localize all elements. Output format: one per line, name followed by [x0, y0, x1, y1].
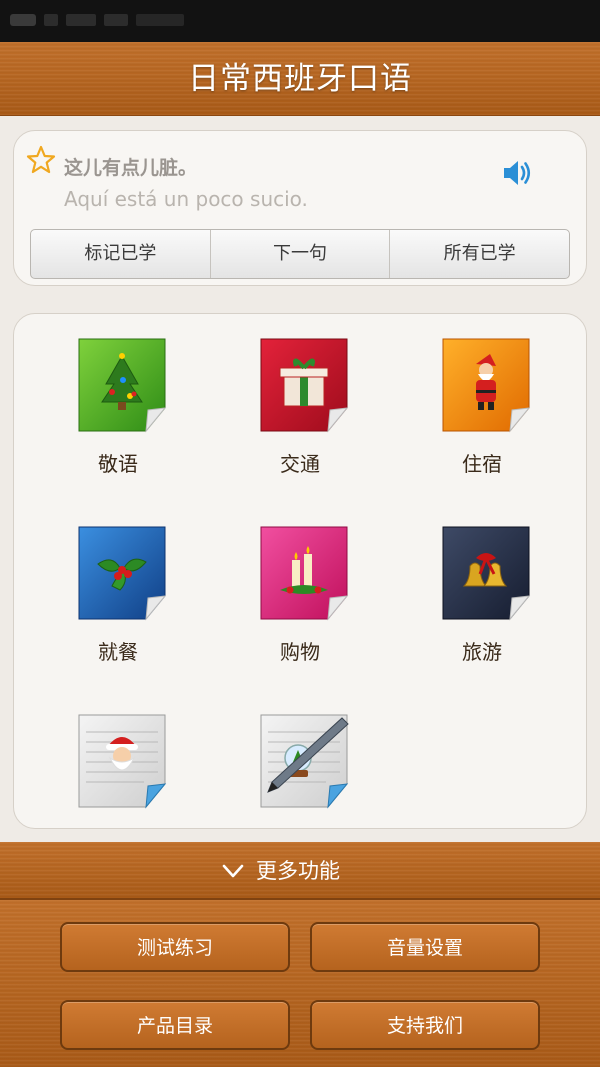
test-practice-button[interactable]: 测试练习 [60, 922, 290, 972]
category-label: 购物 [280, 640, 320, 664]
holly-icon [78, 526, 167, 621]
product-catalog-button[interactable]: 产品目录 [60, 1000, 290, 1050]
support-us-button[interactable]: 支持我们 [310, 1000, 540, 1050]
category-travel[interactable]: 旅游 [407, 502, 557, 672]
app-screen: 日常西班牙口语 这儿有点儿脏。 Aquí está un poco sucio.… [0, 0, 600, 1067]
status-icons [10, 14, 184, 26]
category-accommodation[interactable]: 住宿 [407, 314, 557, 484]
bottom-panel: 测试练习 音量设置 产品目录 支持我们 [0, 900, 600, 1067]
category-label: 旅游 [462, 640, 502, 664]
santa-notepad-icon [78, 714, 167, 809]
page-title: 日常西班牙口语 [188, 61, 412, 97]
category-shopping[interactable]: 购物 [225, 502, 375, 672]
star-icon[interactable] [26, 145, 56, 175]
more-functions-label: 更多功能 [256, 859, 340, 883]
category-label: 敬语 [98, 452, 138, 476]
santa-icon [442, 338, 531, 433]
phrase-spanish: Aquí está un poco sucio. [64, 187, 308, 211]
mark-learned-button[interactable]: 标记已学 [31, 230, 211, 278]
more-functions-bar[interactable]: 更多功能 [0, 842, 600, 900]
snow-globe-pen-icon [260, 714, 349, 809]
candles-icon [260, 526, 349, 621]
christmas-tree-icon [78, 338, 167, 433]
category-label: 交通 [280, 452, 320, 476]
phrase-card: 这儿有点儿脏。 Aquí está un poco sucio. 标记已学 下一… [13, 130, 587, 286]
speaker-icon[interactable] [500, 155, 536, 191]
phrase-action-bar: 标记已学 下一句 所有已学 [30, 229, 570, 279]
category-label: 就餐 [98, 640, 138, 664]
category-honorifics[interactable]: 敬语 [43, 314, 193, 484]
category-dining[interactable]: 就餐 [43, 502, 193, 672]
next-phrase-button[interactable]: 下一句 [211, 230, 391, 278]
bells-icon [442, 526, 531, 621]
all-learned-button[interactable]: 所有已学 [390, 230, 569, 278]
category-label: 住宿 [462, 452, 502, 476]
category-notepad-pen[interactable] [225, 690, 375, 860]
app-header: 日常西班牙口语 [0, 42, 600, 116]
volume-settings-button[interactable]: 音量设置 [310, 922, 540, 972]
chevron-down-icon [222, 864, 244, 878]
category-transport[interactable]: 交通 [225, 314, 375, 484]
phrase-chinese: 这儿有点儿脏。 [64, 157, 198, 179]
status-bar [0, 0, 600, 42]
category-notepad-santa[interactable] [43, 690, 193, 860]
gift-icon [260, 338, 349, 433]
category-grid: 敬语 交通 住宿 就餐 购物 旅游 [13, 313, 587, 829]
